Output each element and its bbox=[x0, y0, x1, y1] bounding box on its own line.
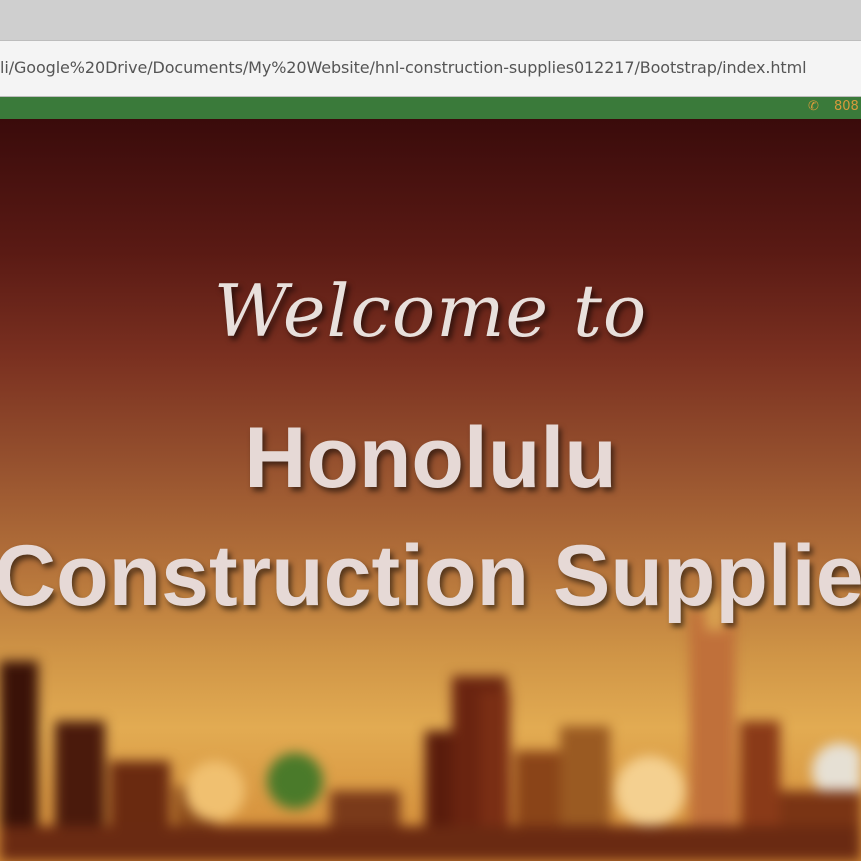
address-bar[interactable]: li/Google%20Drive/Documents/My%20Website… bbox=[0, 40, 861, 97]
city-skyline-image bbox=[0, 601, 861, 861]
welcome-heading: Welcome to bbox=[213, 269, 648, 353]
top-contact-bar: ✆ 808 bbox=[0, 97, 861, 119]
browser-tab-strip bbox=[0, 0, 861, 40]
phone-number: 808 bbox=[834, 99, 859, 114]
hero-banner: Welcome to Honolulu Construction Supplie… bbox=[0, 119, 861, 861]
phone-icon: ✆ bbox=[808, 99, 819, 114]
phone-contact[interactable]: ✆ 808 bbox=[808, 99, 859, 114]
address-url[interactable]: li/Google%20Drive/Documents/My%20Website… bbox=[0, 58, 807, 77]
site-title-line-1: Honolulu bbox=[244, 410, 617, 506]
site-title-line-2: Construction Supplies bbox=[0, 528, 861, 624]
